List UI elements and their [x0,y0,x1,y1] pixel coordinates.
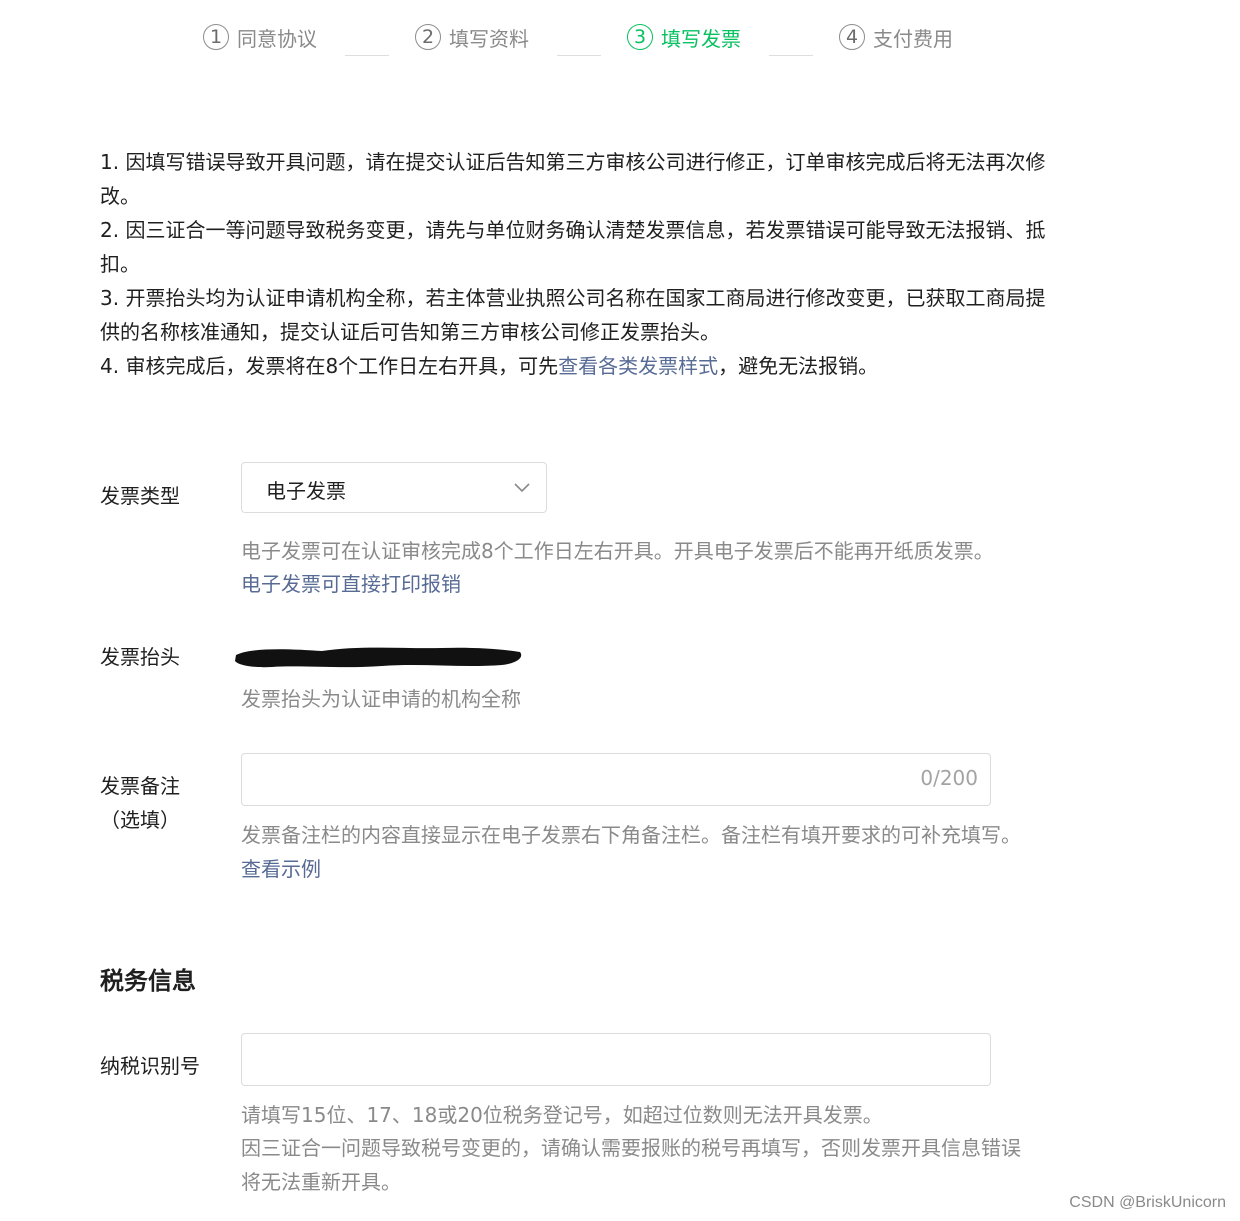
tax-id-hint-1: 请填写15位、17、18或20位税务登记号，如超过位数则无法开具发票。 [241,1103,883,1127]
notice-item-3: 3. 开票抬头均为认证申请机构全称，若主体营业执照公司名称在国家工商局进行修改变… [100,286,1046,344]
invoice-type-hint: 电子发票可在认证审核完成8个工作日左右开具。开具电子发票后不能再开纸质发票。 [241,539,994,563]
step-1: 1 同意协议 [203,19,317,55]
step-number: 2 [415,24,441,50]
notice-list: 1. 因填写错误导致开具问题，请在提交认证后告知第三方审核公司进行修正，订单审核… [100,145,1060,383]
print-reimburse-link[interactable]: 电子发票可直接打印报销 [241,567,461,601]
invoice-type-label: 发票类型 [100,484,180,508]
redacted-invoice-title [235,647,522,668]
invoice-remark-input[interactable]: 0/200 [241,753,991,806]
invoice-type-value: 电子发票 [266,479,346,503]
step-label: 填写资料 [449,26,529,51]
invoice-remark-label: 发票备注 [100,774,180,798]
watermark: CSDN @BriskUnicorn [1069,1194,1226,1211]
step-number: 4 [839,24,865,50]
step-label: 支付费用 [873,26,953,51]
tax-id-label: 纳税识别号 [100,1054,200,1078]
step-number: 1 [203,24,229,50]
step-3-current: 3 填写发票 [627,19,741,55]
step-label: 填写发票 [661,26,741,51]
step-connector [769,55,813,56]
notice-item-4-text: 4. 审核完成后，发票将在8个工作日左右开具，可先 [100,354,559,378]
tax-id-hint-3: 将无法重新开具。 [241,1170,401,1194]
step-connector [557,55,601,56]
chevron-down-icon [514,483,530,493]
notice-item-2: 2. 因三证合一等问题导致税务变更，请先与单位财务确认清楚发票信息，若发票错误可… [100,218,1046,276]
tax-id-hint-2: 因三证合一问题导致税号变更的，请确认需要报账的税号再填写，否则发票开具信息错误 [241,1136,1021,1160]
invoice-samples-link[interactable]: 查看各类发票样式 [558,354,718,378]
invoice-remark-hint: 发票备注栏的内容直接显示在电子发票右下角备注栏。备注栏有填开要求的可补充填写。 [241,823,1021,847]
view-example-link[interactable]: 查看示例 [241,852,321,886]
notice-item-4-tail: ，避免无法报销。 [718,354,879,378]
tax-id-input[interactable] [241,1033,991,1086]
notice-item-1: 1. 因填写错误导致开具问题，请在提交认证后告知第三方审核公司进行修正，订单审核… [100,150,1046,208]
optional-label: （选填） [100,808,180,832]
invoice-title-label: 发票抬头 [100,645,180,669]
tax-section-title: 税务信息 [100,967,196,995]
char-counter: 0/200 [920,766,978,790]
step-4: 4 支付费用 [839,19,953,55]
step-number: 3 [627,24,653,50]
step-indicator: 1 同意协议 2 填写资料 3 填写发票 4 支付费用 [0,19,1240,56]
invoice-type-select[interactable]: 电子发票 [241,462,547,513]
invoice-title-hint: 发票抬头为认证申请的机构全称 [241,687,521,711]
step-connector [345,55,389,56]
step-2: 2 填写资料 [415,19,529,55]
step-label: 同意协议 [237,26,317,51]
notice-item-4: 4. 审核完成后，发票将在8个工作日左右开具，可先查看各类发票样式，避免无法报销… [100,349,1060,383]
